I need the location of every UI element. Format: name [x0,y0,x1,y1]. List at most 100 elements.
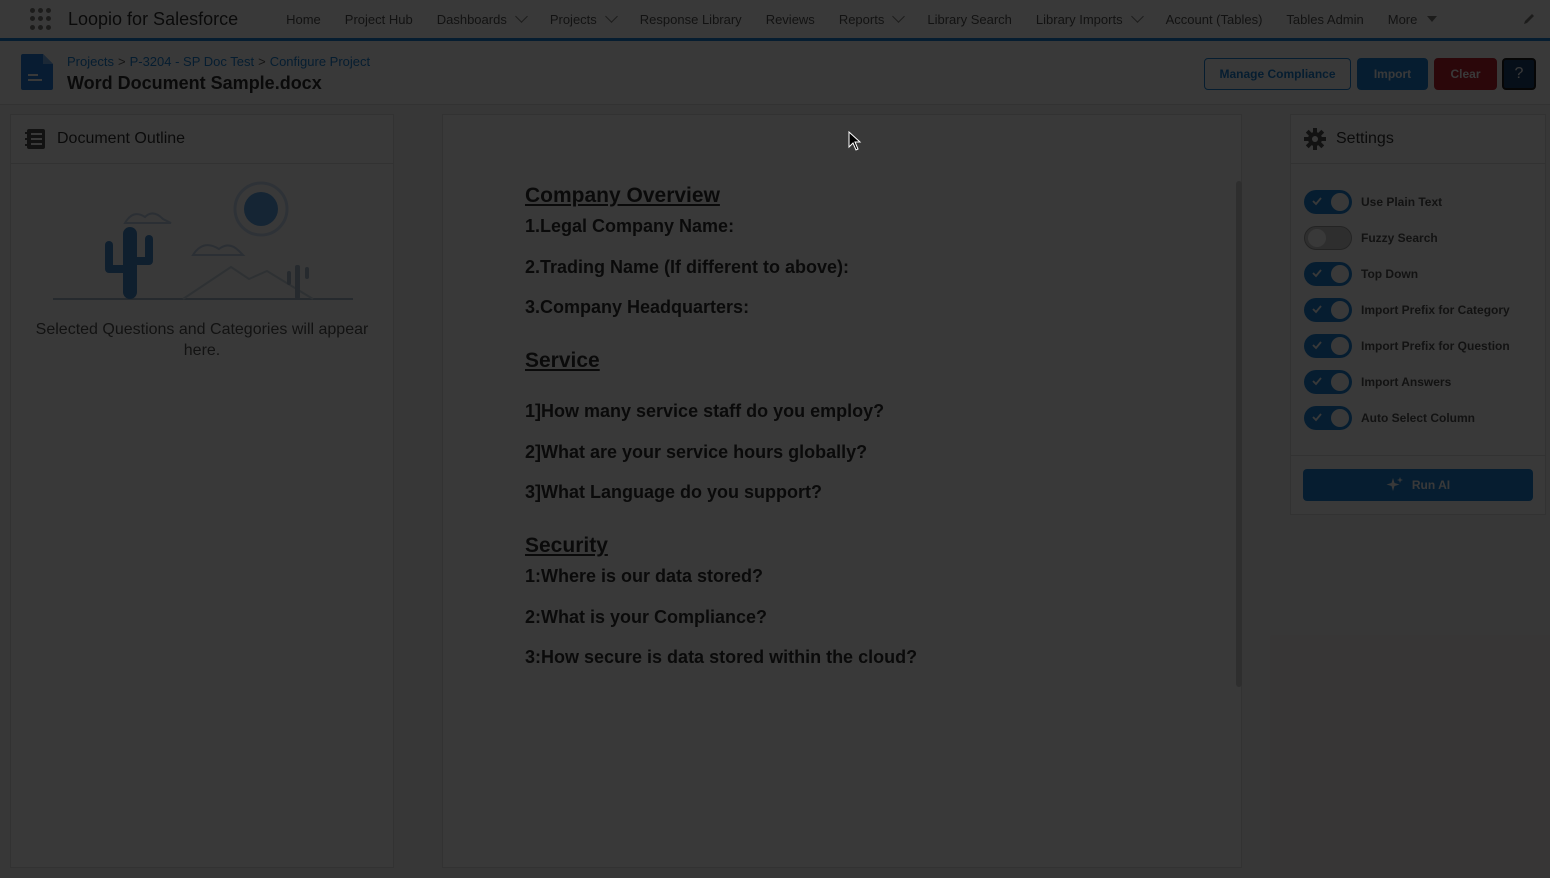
question-line[interactable]: 2]What are your service hours globally? [525,442,867,463]
setting-row-fuzzy-search: Fuzzy Search [1304,226,1438,250]
chevron-down-icon[interactable] [892,10,906,23]
question-line[interactable]: 3:How secure is data stored within the c… [525,647,917,668]
nav-item-label: Account (Tables) [1165,11,1263,27]
breadcrumb-separator: > [258,54,266,69]
toggle-switch[interactable] [1304,298,1352,322]
setting-row-import-prefix-for-category: Import Prefix for Category [1304,298,1510,322]
check-icon [1312,341,1322,350]
nav-item-reports[interactable]: Reports [827,0,916,38]
toggle-label: Import Prefix for Category [1361,303,1510,317]
edit-nav-pencil-icon[interactable] [1522,12,1536,26]
nav-item-label: Home [286,11,321,27]
setting-row-import-answers: Import Answers [1304,370,1451,394]
breadcrumb-project[interactable]: P-3204 - SP Doc Test [130,54,255,69]
nav-item-library-imports[interactable]: Library Imports [1024,0,1154,38]
setting-row-auto-select-column: Auto Select Column [1304,406,1475,430]
chevron-down-icon[interactable] [1130,10,1144,23]
run-ai-label: Run AI [1411,478,1451,492]
question-line[interactable]: 1]How many service staff do you employ? [525,401,884,422]
run-ai-button[interactable]: Run AI [1303,469,1533,501]
toggle-label: Import Prefix for Question [1361,339,1510,353]
nav-item-label: Reviews [765,11,815,27]
breadcrumb-configure-project[interactable]: Configure Project [270,54,370,69]
section-heading[interactable]: Security [525,534,608,558]
question-line[interactable]: 2.Trading Name (If different to above): [525,257,849,278]
setting-row-import-prefix-for-question: Import Prefix for Question [1304,334,1510,358]
import-button[interactable]: Import [1357,58,1428,90]
clear-button[interactable]: Clear [1434,58,1497,90]
nav-item-more[interactable]: More [1376,0,1450,38]
nav-item-label: Project Hub [344,11,413,27]
page-header: Projects > P-3204 - SP Doc Test > Configure … [0,41,1550,105]
toggle-switch[interactable] [1304,262,1352,286]
settings-divider [1291,455,1545,456]
document-icon [21,54,53,90]
question-line[interactable]: 2:What is your Compliance? [525,607,767,628]
nav-item-label: Library Imports [1035,11,1123,27]
toggle-knob [1331,301,1349,319]
outline-list-icon [25,129,45,149]
nav-item-home[interactable]: Home [274,0,333,38]
question-line[interactable]: 1:Where is our data stored? [525,566,763,587]
nav-item-label: Response Library [639,11,742,27]
nav-item-project-hub[interactable]: Project Hub [333,0,425,38]
nav-item-response-library[interactable]: Response Library [628,0,754,38]
help-button[interactable]: ? [1502,58,1536,90]
toggle-switch[interactable] [1304,370,1352,394]
section-heading[interactable]: Company Overview [525,184,720,208]
question-line[interactable]: 1.Legal Company Name: [525,216,734,237]
nav-items: Home Project Hub Dashboards Projects Respons… [274,0,1449,38]
check-icon [1312,305,1322,314]
toggle-label: Fuzzy Search [1361,231,1438,245]
document-scrollbar[interactable] [1236,181,1242,687]
nav-item-label: Dashboards [436,11,507,27]
toggle-knob [1331,265,1349,283]
document-outline-header: Document Outline [11,115,393,164]
toggle-switch[interactable] [1304,406,1352,430]
settings-title: Settings [1336,130,1394,147]
check-icon [1312,377,1322,386]
caret-down-icon[interactable] [1427,16,1438,22]
settings-header: Settings [1291,115,1545,164]
check-icon [1312,197,1322,206]
toggle-knob [1308,229,1326,247]
toggle-switch[interactable] [1304,334,1352,358]
app-name: Loopio for Salesforce [68,8,239,29]
toggle-knob [1331,193,1349,211]
nav-item-reviews[interactable]: Reviews [754,0,827,38]
toggle-knob [1331,337,1349,355]
setting-row-use-plain-text: Use Plain Text [1304,190,1442,214]
nav-item-account-tables[interactable]: Account (Tables) [1154,0,1275,38]
sparkle-icon [1386,477,1403,491]
nav-item-label: More [1387,11,1418,27]
section-heading[interactable]: Service [525,349,600,373]
nav-item-tables-admin[interactable]: Tables Admin [1274,0,1375,38]
question-line[interactable]: 3.Company Headquarters: [525,297,749,318]
desert-empty-state-illustration [53,181,353,300]
toggle-switch[interactable] [1304,226,1352,250]
toggle-knob [1331,373,1349,391]
nav-item-dashboards[interactable]: Dashboards [425,0,538,38]
nav-item-library-search[interactable]: Library Search [915,0,1024,38]
document-outline-title: Document Outline [57,130,186,147]
nav-item-label: Reports [838,11,885,27]
toggle-label: Auto Select Column [1361,411,1476,425]
toggle-knob [1331,409,1349,427]
gear-icon [1304,128,1326,150]
nav-item-label: Library Search [927,11,1012,27]
check-icon [1312,269,1322,278]
document-outline-panel: Document Outline Selected Questions and … [10,114,394,868]
page-title: Word Document Sample.docx [67,73,322,93]
breadcrumb-projects[interactable]: Projects [67,54,114,69]
app-launcher-icon[interactable] [30,8,52,30]
toggle-label: Import Answers [1361,375,1452,389]
manage-compliance-button[interactable]: Manage Compliance [1204,58,1351,90]
chevron-down-icon[interactable] [514,10,528,23]
settings-panel: Settings Use Plain Text Fuzzy Search Top D… [1290,114,1546,515]
document-preview-panel: Company Overview 1.Legal Company Name: 2.T… [442,114,1242,868]
toggle-switch[interactable] [1304,190,1352,214]
question-line[interactable]: 3]What Language do you support? [525,482,822,503]
nav-item-projects[interactable]: Projects [538,0,628,38]
chevron-down-icon[interactable] [604,10,618,23]
nav-item-label: Tables Admin [1286,11,1364,27]
